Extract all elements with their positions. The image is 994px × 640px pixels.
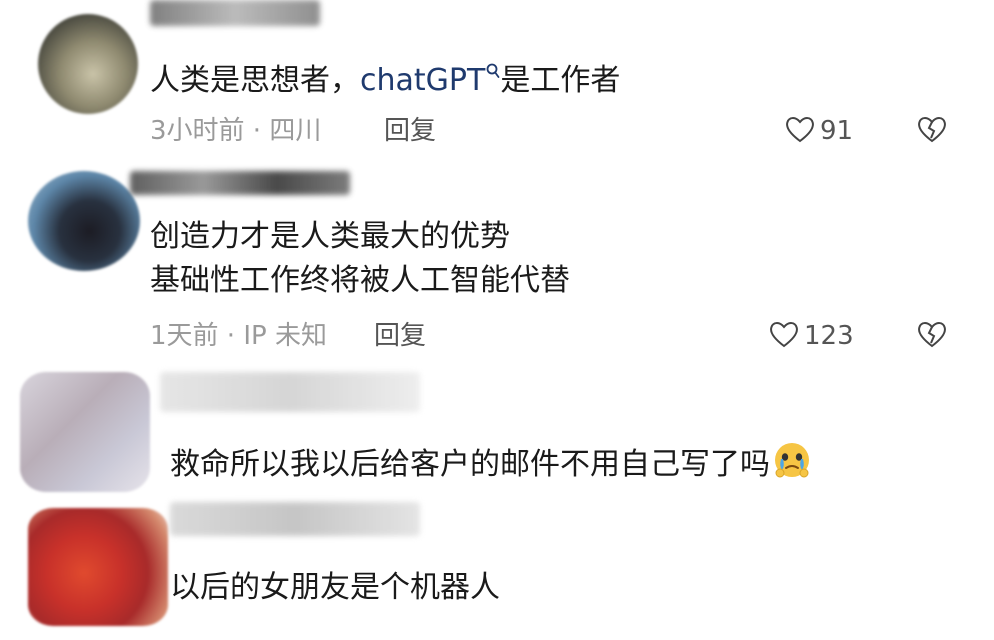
- comment-2: 创造力才是人类最大的优势 基础性工作终将被人工智能代替 1天前 · IP 未知 …: [0, 165, 994, 370]
- reply-button[interactable]: 回复: [374, 319, 426, 353]
- heart-outline-icon: [768, 319, 800, 353]
- username-redacted[interactable]: [150, 0, 320, 26]
- avatar[interactable]: [28, 171, 140, 271]
- chatgpt-search-link[interactable]: chatGPT: [360, 63, 485, 98]
- comment-3: 救命所以我以后给客户的邮件不用自己写了吗: [0, 362, 994, 512]
- like-button[interactable]: 91: [784, 114, 853, 148]
- avatar[interactable]: [28, 508, 168, 626]
- comment-text: 以后的女朋友是个机器人: [170, 570, 500, 605]
- comment-text-line-1: 创造力才是人类最大的优势: [150, 219, 510, 254]
- comment-text-line-2: 基础性工作终将被人工智能代替: [150, 263, 570, 298]
- dislike-button[interactable]: [916, 114, 948, 148]
- broken-heart-icon: [916, 114, 948, 148]
- comment-4: 以后的女朋友是个机器人: [0, 500, 994, 640]
- comment-1: 人类是思想者，chatGPT 是工作者 3小时前 · 四川 回复 91: [0, 0, 994, 170]
- comment-text-part: 人类是思想者，: [150, 63, 360, 98]
- comment-text-part: 救命所以我以后给客户的邮件不用自己写了吗: [170, 447, 770, 482]
- search-icon[interactable]: [486, 54, 500, 94]
- comment-text: 人类是思想者，chatGPT 是工作者: [150, 54, 620, 101]
- comment-meta: 3小时前 · 四川: [150, 116, 322, 146]
- comment-text-part: 是工作者: [500, 63, 621, 98]
- like-count: 91: [820, 116, 854, 146]
- username-redacted[interactable]: [130, 171, 350, 195]
- comment-meta: 1天前 · IP 未知: [150, 321, 327, 351]
- like-count: 123: [804, 321, 854, 351]
- dislike-button[interactable]: [916, 319, 948, 353]
- username-redacted[interactable]: [160, 372, 420, 412]
- comment-text: 救命所以我以后给客户的邮件不用自己写了吗: [170, 440, 812, 491]
- like-button[interactable]: 123: [768, 319, 854, 353]
- broken-heart-icon: [916, 319, 948, 353]
- crying-face-emoji: [772, 440, 812, 491]
- heart-outline-icon: [784, 114, 816, 148]
- reply-button[interactable]: 回复: [384, 114, 436, 148]
- avatar[interactable]: [38, 14, 138, 114]
- username-redacted[interactable]: [170, 502, 420, 536]
- avatar[interactable]: [20, 372, 150, 492]
